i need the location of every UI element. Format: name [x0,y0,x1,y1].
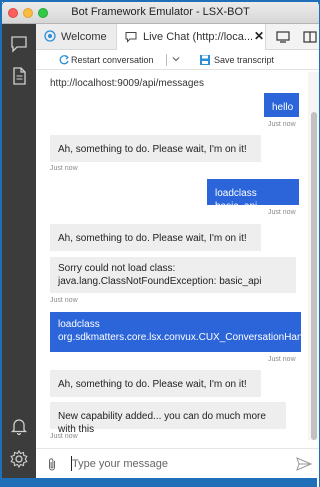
restart-icon[interactable] [58,54,70,66]
message-timestamp: Just now [50,433,78,440]
message-text: loadclass basic_api [215,188,258,212]
scrollbar-thumb[interactable] [311,112,317,440]
send-icon[interactable] [296,457,312,471]
message-text: Ah, something to do. Please wait, I'm on… [58,379,247,390]
tab-live-chat[interactable]: Live Chat (http://loca... ✕ [116,24,266,50]
message-input-bar [36,448,319,478]
app-window: Bot Framework Emulator - LSX-BOT Welcome [2,2,319,487]
split-editor-icon[interactable] [276,31,290,43]
title-bar: Bot Framework Emulator - LSX-BOT [2,2,319,24]
message-bubble: Ah, something to do. Please wait, I'm on… [50,370,261,397]
globe-icon [44,30,56,42]
endpoint-url: http://localhost:9009/api/messages [50,78,204,89]
tab-welcome-label: Welcome [61,31,107,43]
layout-icon[interactable] [303,31,317,43]
activity-bar [2,24,36,487]
message-bubble: hello [264,93,299,117]
chat-icon[interactable] [9,34,29,54]
restart-conversation-button[interactable]: Restart conversation [71,55,154,65]
message-bubble: loadclass org.sdkmatters.core.lsx.convux… [50,312,319,352]
tab-welcome[interactable]: Welcome [36,24,116,49]
message-text: Ah, something to do. Please wait, I'm on… [58,233,247,244]
message-timestamp: Just now [268,209,296,216]
chevron-down-icon[interactable] [171,54,181,64]
gear-icon[interactable] [9,449,29,469]
chat-scrollbar[interactable] [308,72,319,440]
message-bubble: loadclass basic_api [207,179,299,212]
tab-live-chat-label: Live Chat (http://loca... [143,31,254,43]
message-text: hello [272,102,294,113]
message-bubble: Ah, something to do. Please wait, I'm on… [50,224,261,251]
message-timestamp: Just now [268,356,296,363]
message-timestamp: Just now [50,297,78,304]
message-text: Ah, something to do. Please wait, I'm on… [58,144,247,155]
conversation-toolbar: Restart conversation Save transcript [36,50,319,70]
tab-bar: Welcome Live Chat (http://loca... ✕ [36,24,319,50]
message-timestamp: Just now [268,121,296,128]
message-input[interactable] [72,456,292,472]
message-text: Sorry could not load class: java.lang.Cl… [58,263,262,287]
message-bubble: Sorry could not load class: java.lang.Cl… [50,257,296,293]
save-transcript-icon[interactable] [199,54,211,66]
message-text: loadclass org.sdkmatters.core.lsx.convux… [58,319,319,343]
bell-icon[interactable] [9,416,29,436]
toolbar-divider [166,54,167,66]
message-bubble: Ah, something to do. Please wait, I'm on… [50,135,261,162]
chat-bubble-icon [125,32,137,43]
message-text: New capability added... you can do much … [58,411,266,435]
message-timestamp: Just now [50,165,78,172]
desktop-bottom-strip [0,478,317,487]
paperclip-icon[interactable] [46,457,58,472]
message-bubble: New capability added... you can do much … [50,402,286,435]
save-transcript-button[interactable]: Save transcript [214,55,274,65]
close-tab-icon[interactable]: ✕ [254,29,264,43]
document-icon[interactable] [9,66,29,86]
window-title: Bot Framework Emulator - LSX-BOT [71,6,250,18]
